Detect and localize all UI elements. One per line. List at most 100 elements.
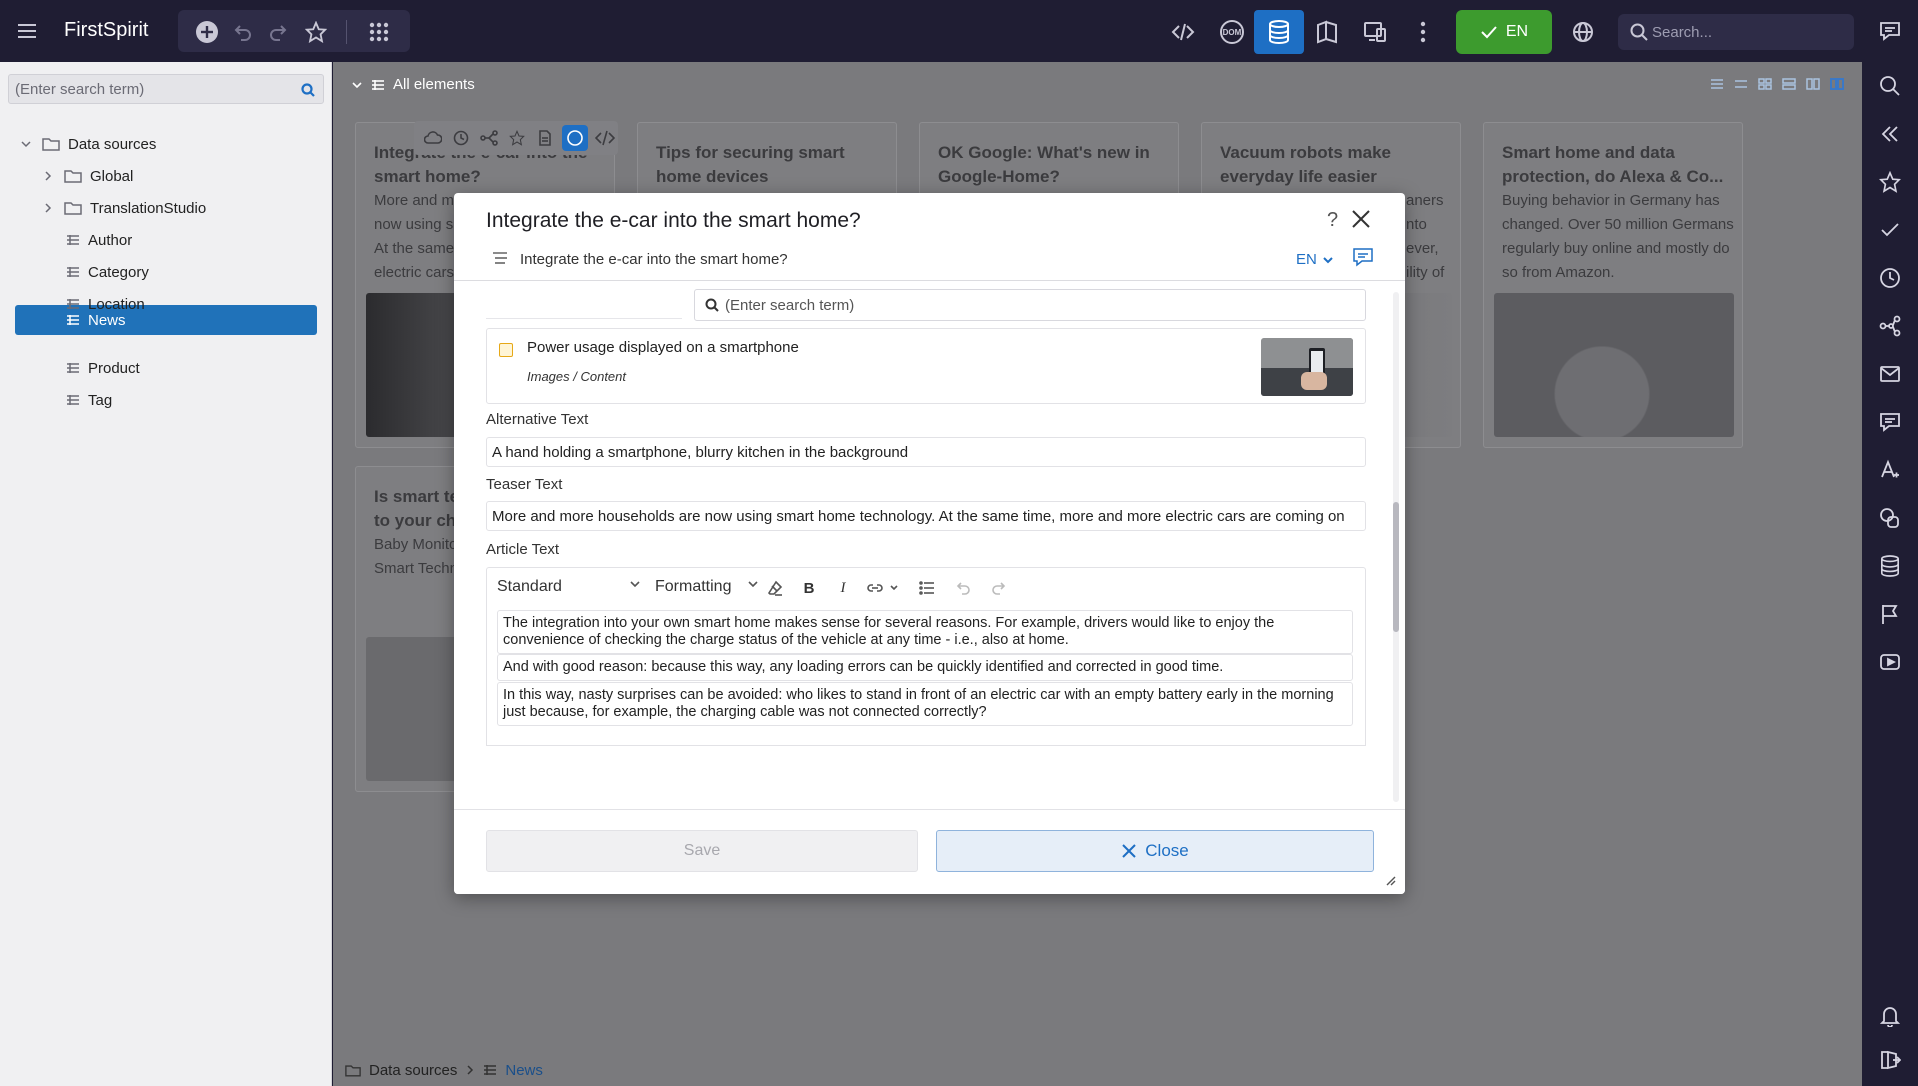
article-editor[interactable]: The integration into your own smart home… bbox=[486, 606, 1366, 746]
menu-icon[interactable] bbox=[14, 19, 40, 43]
chevron-down-icon bbox=[630, 581, 640, 588]
close-button[interactable]: Close bbox=[936, 830, 1374, 872]
news-card[interactable]: Smart home and data protection, do Alexa… bbox=[1483, 122, 1743, 448]
release-language-label: EN bbox=[1505, 23, 1529, 40]
collapse-panel-icon[interactable] bbox=[1878, 122, 1902, 146]
breadcrumb-item-current[interactable]: News bbox=[505, 1062, 543, 1079]
editor-paragraph[interactable]: In this way, nasty surprises can be avoi… bbox=[497, 682, 1353, 726]
chevron-down-icon[interactable] bbox=[351, 79, 363, 91]
card-view-icon[interactable] bbox=[1830, 78, 1844, 90]
more-options-icon[interactable] bbox=[1410, 19, 1436, 45]
resize-handle-icon[interactable] bbox=[1384, 873, 1396, 890]
chat-icon[interactable] bbox=[1878, 410, 1902, 434]
table-icon bbox=[484, 1065, 497, 1075]
favorite-star-icon[interactable] bbox=[303, 19, 329, 45]
dependencies-icon[interactable] bbox=[478, 127, 500, 149]
flag-icon[interactable] bbox=[1878, 602, 1902, 626]
search-icon[interactable] bbox=[301, 83, 315, 97]
datasource-edit-icon[interactable] bbox=[562, 125, 588, 151]
tree-item-global[interactable]: Global bbox=[42, 161, 133, 191]
language-selector[interactable]: EN bbox=[1296, 251, 1333, 268]
large-grid-icon[interactable] bbox=[1806, 78, 1820, 90]
globe-icon[interactable] bbox=[1570, 19, 1596, 45]
dependencies-icon[interactable] bbox=[1878, 314, 1902, 338]
news-card[interactable]: OK Google: What's new in Google-Home? bbox=[919, 122, 1179, 202]
card-title: Vacuum robots make everyday life easier bbox=[1220, 143, 1392, 186]
save-button[interactable]: Save bbox=[486, 830, 918, 872]
document-icon[interactable] bbox=[534, 127, 556, 149]
cloud-icon[interactable] bbox=[422, 127, 444, 149]
dialog-form: Power usage displayed on a smartphone Im… bbox=[454, 282, 1405, 809]
breadcrumb-item[interactable]: Data sources bbox=[369, 1062, 457, 1079]
redo-icon[interactable] bbox=[989, 578, 1009, 598]
logout-icon[interactable] bbox=[1878, 1048, 1902, 1072]
bold-button[interactable]: B bbox=[799, 578, 819, 598]
favorite-star-icon[interactable] bbox=[506, 127, 528, 149]
tree-item-label: TranslationStudio bbox=[90, 199, 207, 217]
apps-grid-icon[interactable] bbox=[366, 19, 392, 45]
source-code-icon[interactable] bbox=[1170, 19, 1196, 45]
pages-icon[interactable] bbox=[1314, 19, 1340, 45]
link-icon[interactable] bbox=[865, 578, 903, 598]
undo-icon[interactable] bbox=[953, 578, 973, 598]
tree-item-news[interactable]: News bbox=[66, 305, 126, 335]
editor-paragraph[interactable]: The integration into your own smart home… bbox=[497, 610, 1353, 654]
messages-mail-icon[interactable] bbox=[1878, 362, 1902, 386]
formatting-select[interactable]: Formatting bbox=[655, 578, 759, 596]
global-search-input[interactable] bbox=[1652, 14, 1842, 50]
reference-search-input[interactable] bbox=[725, 290, 1355, 320]
datasources-db-icon[interactable] bbox=[1878, 554, 1902, 578]
language-selector-label: EN bbox=[1296, 251, 1317, 268]
redo-icon[interactable] bbox=[267, 20, 291, 44]
tasks-check-icon[interactable] bbox=[1878, 218, 1902, 242]
small-grid-icon[interactable] bbox=[1758, 78, 1772, 90]
dialog-footer: Save Close bbox=[454, 809, 1405, 894]
chevron-down-icon[interactable] bbox=[20, 138, 32, 150]
release-language-button[interactable]: EN bbox=[1456, 10, 1552, 54]
search-icon[interactable] bbox=[1878, 74, 1902, 98]
dom-icon[interactable]: DOM bbox=[1218, 19, 1246, 45]
add-icon[interactable] bbox=[194, 19, 220, 45]
source-code-icon[interactable] bbox=[594, 127, 616, 149]
tree-item-product[interactable]: Product bbox=[66, 353, 140, 383]
editor-paragraph[interactable]: And with good reason: because this way, … bbox=[497, 654, 1353, 681]
device-preview-icon[interactable] bbox=[1362, 19, 1388, 45]
compact-list-icon[interactable] bbox=[1734, 78, 1748, 90]
translate-icon[interactable] bbox=[1878, 458, 1902, 482]
save-button-label: Save bbox=[683, 842, 721, 859]
chevron-right-icon[interactable] bbox=[42, 202, 54, 214]
tree-item-category[interactable]: Category bbox=[66, 257, 149, 287]
tree-item-label: Category bbox=[88, 263, 149, 281]
paragraph-style-select[interactable]: Standard bbox=[497, 578, 641, 596]
help-icon[interactable]: ? bbox=[1327, 209, 1338, 232]
medium-grid-icon[interactable] bbox=[1782, 78, 1796, 90]
image-reference-item[interactable]: Power usage displayed on a smartphone Im… bbox=[486, 328, 1366, 404]
news-card[interactable]: Tips for securing smart home devices bbox=[637, 122, 897, 202]
comment-icon[interactable] bbox=[1352, 247, 1374, 271]
bookmarks-star-icon[interactable] bbox=[1878, 170, 1902, 194]
tree-search-input[interactable] bbox=[15, 75, 295, 103]
close-icon[interactable] bbox=[1349, 207, 1375, 233]
video-play-icon[interactable] bbox=[1878, 650, 1902, 674]
comments-icon[interactable] bbox=[1878, 19, 1902, 43]
eraser-icon[interactable] bbox=[765, 578, 785, 598]
tree-item-translationstudio[interactable]: TranslationStudio bbox=[42, 193, 206, 223]
undo-icon[interactable] bbox=[230, 20, 254, 44]
italic-button[interactable]: I bbox=[833, 578, 853, 598]
reference-title: Power usage displayed on a smartphone bbox=[527, 339, 799, 356]
history-clock-icon[interactable] bbox=[1878, 266, 1902, 290]
alt-text-label: Alternative Text bbox=[486, 411, 589, 428]
history-clock-icon[interactable] bbox=[450, 127, 472, 149]
tree-item-tag[interactable]: Tag bbox=[66, 385, 112, 415]
tree-item-data-sources[interactable]: Data sources bbox=[20, 129, 156, 159]
tree-item-author[interactable]: Author bbox=[66, 225, 132, 255]
form-scrollbar-thumb[interactable] bbox=[1393, 502, 1399, 632]
chevron-right-icon[interactable] bbox=[42, 170, 54, 182]
notifications-bell-icon[interactable] bbox=[1878, 1004, 1902, 1028]
alt-text-input[interactable] bbox=[486, 437, 1366, 467]
teaser-text-input[interactable] bbox=[486, 501, 1366, 531]
list-view-icon[interactable] bbox=[1710, 78, 1724, 90]
tree-item-label: Data sources bbox=[68, 135, 157, 153]
shapes-icon[interactable] bbox=[1878, 506, 1902, 530]
bullet-list-icon[interactable] bbox=[917, 578, 937, 598]
